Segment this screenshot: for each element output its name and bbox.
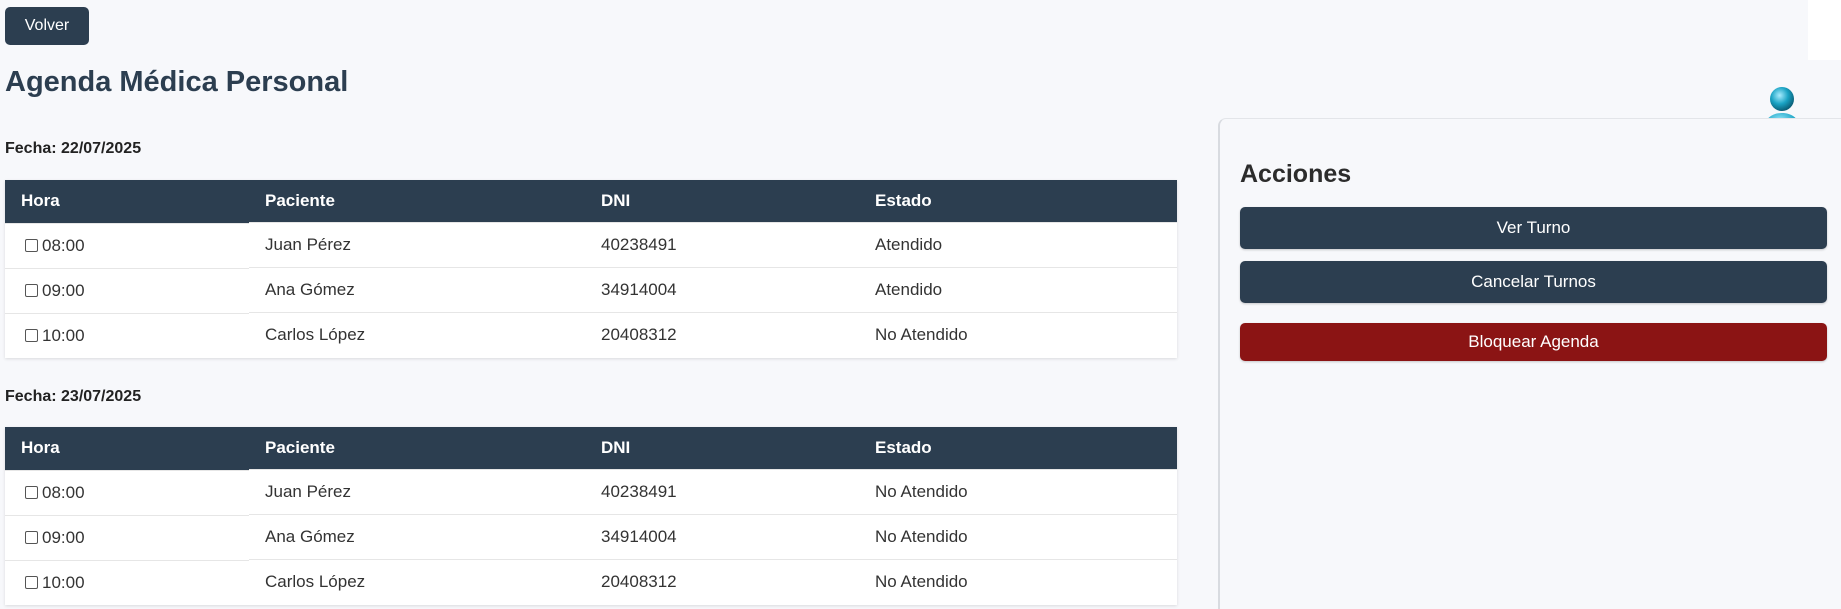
- column-header-paciente: Paciente: [249, 427, 585, 470]
- page-title: Agenda Médica Personal: [5, 66, 349, 98]
- cancelar-turnos-button[interactable]: Cancelar Turnos: [1240, 261, 1827, 303]
- column-header-hora: Hora: [5, 427, 249, 470]
- paciente-cell: Juan Pérez: [249, 469, 585, 515]
- paciente-cell: Ana Gómez: [249, 514, 585, 560]
- estado-cell: Atendido: [859, 222, 1177, 268]
- date-label: Fecha: 23/07/2025: [5, 388, 142, 405]
- hora-cell: 08:00: [5, 222, 249, 268]
- hora-text: 10:00: [42, 325, 85, 345]
- dni-cell: 34914004: [585, 267, 859, 313]
- agenda-table: Hora Paciente DNI Estado 08:00 Juan Pére…: [5, 427, 1177, 605]
- paciente-cell: Ana Gómez: [249, 267, 585, 313]
- table-row: 08:00 Juan Pérez 40238491 Atendido: [5, 222, 1177, 268]
- table-row: 09:00 Ana Gómez 34914004 No Atendido: [5, 514, 1177, 560]
- column-header-estado: Estado: [859, 427, 1177, 470]
- dni-cell: 40238491: [585, 222, 859, 268]
- hora-text: 08:00: [42, 235, 85, 255]
- dni-cell: 20408312: [585, 559, 859, 605]
- hora-cell: 09:00: [5, 514, 249, 560]
- column-header-dni: DNI: [585, 180, 859, 223]
- table-row: 10:00 Carlos López 20408312 No Atendido: [5, 559, 1177, 605]
- dni-cell: 40238491: [585, 469, 859, 515]
- paciente-cell: Carlos López: [249, 559, 585, 605]
- row-checkbox[interactable]: [25, 531, 38, 544]
- column-header-dni: DNI: [585, 427, 859, 470]
- estado-cell: No Atendido: [859, 312, 1177, 358]
- bloquear-agenda-button[interactable]: Bloquear Agenda: [1240, 323, 1827, 361]
- column-header-hora: Hora: [5, 180, 249, 223]
- row-checkbox[interactable]: [25, 329, 38, 342]
- row-checkbox[interactable]: [25, 284, 38, 297]
- estado-cell: No Atendido: [859, 469, 1177, 515]
- ver-turno-button[interactable]: Ver Turno: [1240, 207, 1827, 249]
- hora-text: 09:00: [42, 280, 85, 300]
- paciente-cell: Carlos López: [249, 312, 585, 358]
- dni-cell: 20408312: [585, 312, 859, 358]
- column-header-estado: Estado: [859, 180, 1177, 223]
- page: Volver Agenda Médica Personal Fecha: 22/…: [0, 0, 1841, 609]
- hora-cell: 08:00: [5, 469, 249, 515]
- hora-cell: 09:00: [5, 267, 249, 313]
- hora-text: 09:00: [42, 527, 85, 547]
- hora-cell: 10:00: [5, 559, 249, 605]
- column-header-paciente: Paciente: [249, 180, 585, 223]
- table-row: 09:00 Ana Gómez 34914004 Atendido: [5, 267, 1177, 313]
- table-row: 08:00 Juan Pérez 40238491 No Atendido: [5, 469, 1177, 515]
- agenda-table: Hora Paciente DNI Estado 08:00 Juan Pére…: [5, 180, 1177, 358]
- hora-text: 08:00: [42, 482, 85, 502]
- table-row: 10:00 Carlos López 20408312 No Atendido: [5, 312, 1177, 358]
- estado-cell: Atendido: [859, 267, 1177, 313]
- paciente-cell: Juan Pérez: [249, 222, 585, 268]
- table-header-row: Hora Paciente DNI Estado: [5, 427, 1177, 470]
- row-checkbox[interactable]: [25, 239, 38, 252]
- row-checkbox[interactable]: [25, 486, 38, 499]
- dni-cell: 34914004: [585, 514, 859, 560]
- estado-cell: No Atendido: [859, 559, 1177, 605]
- row-checkbox[interactable]: [25, 576, 38, 589]
- table-header-row: Hora Paciente DNI Estado: [5, 180, 1177, 223]
- hora-text: 10:00: [42, 572, 85, 592]
- sidebar-title: Acciones: [1240, 160, 1352, 188]
- actions-sidebar: Acciones Ver Turno Cancelar Turnos Bloqu…: [1218, 118, 1841, 609]
- corner-panel: [1808, 0, 1841, 60]
- hora-cell: 10:00: [5, 312, 249, 358]
- back-button[interactable]: Volver: [5, 7, 89, 45]
- estado-cell: No Atendido: [859, 514, 1177, 560]
- date-label: Fecha: 22/07/2025: [5, 140, 142, 157]
